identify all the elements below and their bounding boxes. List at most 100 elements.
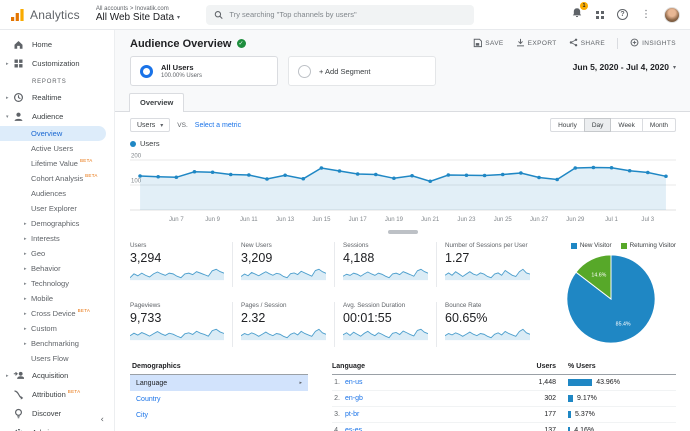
sidebar-item-lifetime-value[interactable]: Lifetime ValueBETA [0,156,114,171]
table-row: 3.pt-br1775.37% [332,407,676,423]
sidebar-item-overview[interactable]: Overview [0,126,106,141]
cell-pct-users: 5.37% [556,411,676,418]
sidebar-item-mobile[interactable]: ▸Mobile [0,291,114,306]
cell-language: 3.pt-br [332,411,500,418]
metric-card-pageviews[interactable]: Pageviews9,733 [130,302,232,347]
metric-sparkline [343,326,428,341]
sidebar-item-technology[interactable]: ▸Technology [0,276,114,291]
sidebar-item-user-explorer[interactable]: User Explorer [0,201,114,216]
help-icon[interactable]: ? [617,9,628,20]
sidebar-collapse-button[interactable]: ‹ [100,415,104,425]
dimension-item-language[interactable]: Language▸ [130,375,308,391]
segment-title: All Users [161,63,202,72]
segment-all-users[interactable]: All Users 100.00% Users [130,56,278,86]
granularity-month[interactable]: Month [642,118,676,132]
beta-tag: BETA [85,173,98,178]
metric-card-number-of-sessions-per-user[interactable]: Number of Sessions per User1.27 [436,242,538,287]
sidebar-item-label: Technology [31,279,69,288]
property-selector[interactable]: All Web Site Data ▾ [96,12,180,23]
metric-card-pages-session[interactable]: Pages / Session2.32 [232,302,334,347]
pct-text: 43.96% [596,379,620,386]
sidebar-item-custom[interactable]: ▸Custom [0,321,114,336]
language-link[interactable]: en-gb [345,395,363,402]
sidebar-item-realtime[interactable]: ▸Realtime [0,88,114,107]
svg-text:Jun 11: Jun 11 [240,217,258,223]
metric-value: 60.65% [445,311,530,325]
tab-overview[interactable]: Overview [129,93,184,112]
metric-card-bounce-rate[interactable]: Bounce Rate60.65% [436,302,538,347]
sidebar-item-geo[interactable]: ▸Geo [0,246,114,261]
customization-icon [13,58,26,69]
granularity-week[interactable]: Week [610,118,643,132]
metric-card-users[interactable]: Users3,294 [130,242,232,287]
summary-section: Users3,294New Users3,209Sessions4,188Num… [115,234,690,353]
sidebar-item-customization[interactable]: ▸Customization [0,54,114,73]
dimension-label: Language [136,380,167,387]
metric-card-avg-session-duration[interactable]: Avg. Session Duration00:01:55 [334,302,436,347]
sidebar-item-interests[interactable]: ▸Interests [0,231,114,246]
avatar[interactable] [664,7,680,23]
pie-legend: New VisitorReturning Visitor [571,242,676,249]
sidebar-item-audiences[interactable]: Audiences [0,186,114,201]
metric-value: 00:01:55 [343,311,428,325]
insights-button[interactable]: INSIGHTS [630,37,676,50]
dimension-item-city[interactable]: City [130,407,308,423]
sidebar-item-admin[interactable]: Admin [0,423,114,431]
sidebar-item-acquisition[interactable]: ▸Acquisition [0,366,114,385]
granularity-day[interactable]: Day [584,118,612,132]
chart-legend: Users [130,139,676,148]
sidebar-item-audience[interactable]: ▾Audience [0,107,114,126]
segment-ring-icon [140,65,153,78]
sidebar-item-demographics[interactable]: ▸Demographics [0,216,114,231]
granularity-hourly[interactable]: Hourly [550,118,585,132]
visitor-pie-block: New VisitorReturning Visitor 85.4%14.6% [546,242,676,347]
language-link[interactable]: en-us [345,379,363,386]
search-bar[interactable] [206,5,474,25]
beta-tag: BETA [80,158,93,163]
metric-card-sessions[interactable]: Sessions4,188 [334,242,436,287]
analytics-logo[interactable]: Analytics [10,8,80,22]
sidebar-item-discover[interactable]: Discover [0,404,114,423]
sidebar-item-users-flow[interactable]: Users Flow [0,351,114,366]
property-name: All Web Site Data [96,12,174,23]
notifications-button[interactable]: 1 [571,6,583,24]
pct-text: 4.16% [574,427,594,431]
dimension-label: City [136,412,148,419]
sidebar-item-behavior[interactable]: ▸Behavior [0,261,114,276]
sidebar-item-cohort-analysis[interactable]: Cohort AnalysisBETA [0,171,114,186]
sidebar-item-label: Realtime [32,93,62,102]
language-link[interactable]: pt-br [345,411,359,418]
sidebar-item-benchmarking[interactable]: ▸Benchmarking [0,336,114,351]
sidebar-item-label: Cross Device [31,309,76,318]
language-link[interactable]: es-es [345,427,362,431]
metric-sparkline [343,266,428,281]
sidebar-item-label: Benchmarking [31,339,79,348]
share-button[interactable]: SHARE [569,37,605,50]
metric-select-dropdown[interactable]: Users ▾ [130,118,170,132]
pct-text: 9.17% [577,395,597,402]
metric-card-new-users[interactable]: New Users3,209 [232,242,334,287]
row-rank: 1. [332,379,340,386]
dimension-item-country[interactable]: Country [130,391,308,407]
sidebar-item-attribution[interactable]: AttributionBETA [0,385,114,404]
select-a-metric-link[interactable]: Select a metric [195,122,241,129]
home-icon [13,39,26,50]
date-range-selector[interactable]: Jun 5, 2020 - Jul 4, 2020 ▾ [573,56,676,72]
metric-cards: Users3,294New Users3,209Sessions4,188Num… [130,242,538,347]
add-segment-button[interactable]: + Add Segment [288,56,436,86]
sidebar-item-label: Overview [31,129,62,138]
kebab-menu-icon[interactable]: ⋮ [641,10,651,20]
sidebar-item-cross-device[interactable]: ▸Cross DeviceBETA [0,306,114,321]
sidebar-item-active-users[interactable]: Active Users [0,141,114,156]
tab-strip: Overview [115,93,690,112]
svg-text:Jun 15: Jun 15 [312,217,331,223]
cell-users: 1,448 [500,379,556,386]
sidebar-item-home[interactable]: Home [0,35,114,54]
export-button[interactable]: EXPORT [516,37,557,50]
metric-value: 4,188 [343,251,428,265]
add-segment-ring-icon [298,65,311,78]
metric-sparkline [445,266,530,281]
apps-grid-icon[interactable] [596,11,604,19]
save-button[interactable]: SAVE [473,37,503,50]
search-input[interactable] [229,10,466,19]
